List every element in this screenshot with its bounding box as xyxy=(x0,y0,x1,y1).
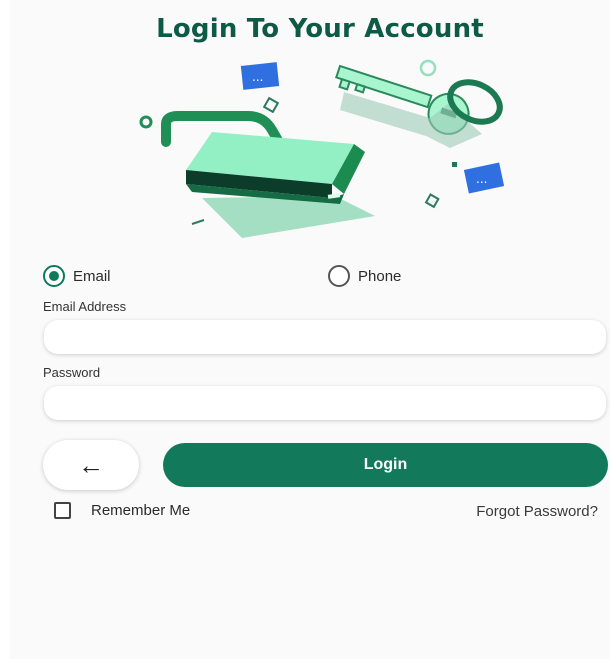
remember-me-label: Remember Me xyxy=(91,502,191,519)
email-address-input[interactable] xyxy=(44,320,606,354)
radio-phone-unselected-icon[interactable] xyxy=(328,265,350,287)
login-button-label: Login xyxy=(363,456,408,473)
arrow-left-icon: ← xyxy=(78,449,104,480)
radio-email-label: Email xyxy=(73,267,111,285)
radio-phone-label: Phone xyxy=(358,267,402,285)
radio-phone-option[interactable]: Phone xyxy=(328,264,401,288)
email-address-label: Email Address xyxy=(43,299,127,314)
page-title: Login To Your Account xyxy=(156,14,484,44)
remember-me[interactable]: Remember Me xyxy=(54,502,190,519)
radio-email-selected-icon[interactable] xyxy=(43,265,65,287)
padlock-key-illustration: ... ... xyxy=(139,59,505,238)
remember-me-checkbox[interactable] xyxy=(54,502,71,519)
svg-text:...: ... xyxy=(252,70,263,84)
login-button[interactable]: Login xyxy=(163,443,608,487)
password-input[interactable] xyxy=(44,386,606,420)
login-screen: Login To Your Account ... ... Email Phon… xyxy=(10,0,610,659)
back-button[interactable]: ← xyxy=(43,440,139,490)
radio-email-option[interactable]: Email xyxy=(43,264,111,288)
svg-text:...: ... xyxy=(476,172,487,186)
forgot-password-link[interactable]: Forgot Password? xyxy=(476,503,598,520)
password-label: Password xyxy=(43,365,101,380)
